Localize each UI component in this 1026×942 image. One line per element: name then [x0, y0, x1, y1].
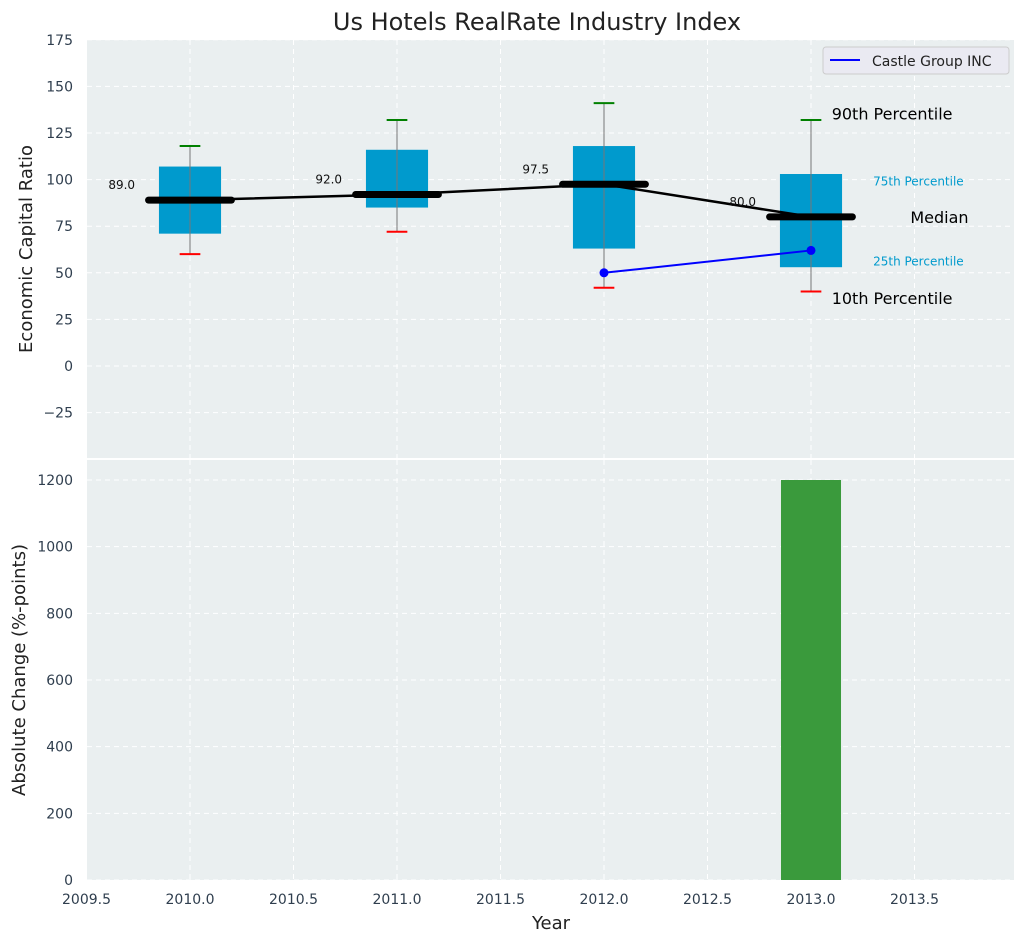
x-tick-label: 2010.0 [166, 892, 215, 908]
bottom-y-axis-label: Absolute Change (%-points) [9, 544, 30, 796]
bottom-y-tick-label: 400 [46, 740, 73, 756]
top-y-tick-label: 175 [46, 33, 73, 49]
top-y-tick-label: 25 [55, 312, 73, 328]
median-label: 92.0 [315, 173, 342, 187]
x-tick-label: 2009.5 [62, 892, 111, 908]
annotation-75th: 75th Percentile [873, 174, 964, 188]
x-tick-label: 2012.0 [580, 892, 629, 908]
bottom-y-tick-label: 200 [46, 806, 73, 822]
x-tick-label: 2013.0 [787, 892, 836, 908]
castle-group-point [599, 268, 609, 278]
top-y-tick-label: 150 [46, 79, 73, 95]
top-y-axis-label: Economic Capital Ratio [16, 145, 37, 353]
median-label: 89.0 [108, 178, 135, 192]
top-y-tick-label: 125 [46, 126, 73, 142]
bottom-y-tick-label: 800 [46, 606, 73, 622]
castle-group-point [806, 245, 816, 255]
top-axes-background [87, 40, 1014, 458]
legend-label-castle: Castle Group INC [872, 54, 992, 70]
annotation-10th: 10th Percentile [832, 289, 953, 308]
x-tick-label: 2010.5 [269, 892, 318, 908]
x-tick-label: 2013.5 [890, 892, 939, 908]
legend: Castle Group INC [822, 46, 1010, 75]
bottom-axes-background [87, 460, 1014, 880]
chart-title: Us Hotels RealRate Industry Index [333, 8, 741, 36]
bottom-y-tick-label: 1200 [37, 473, 73, 489]
annotation-90th: 90th Percentile [832, 104, 953, 123]
top-y-tick-label: 0 [64, 359, 73, 375]
x-axis-label: Year [531, 913, 571, 934]
chart: Us Hotels RealRate Industry Index 2009.5… [9, 8, 1014, 934]
annotation-25th: 25th Percentile [873, 255, 964, 269]
top-y-tick-label: −25 [43, 406, 73, 422]
bottom-y-tick-label: 600 [46, 673, 73, 689]
x-tick-label: 2011.5 [476, 892, 525, 908]
median-label: 80.0 [729, 195, 756, 209]
bottom-y-tick-label: 0 [64, 873, 73, 889]
median-label: 97.5 [522, 162, 549, 176]
top-y-tick-label: 50 [55, 266, 73, 282]
top-y-tick-label: 100 [46, 173, 73, 189]
change-bar [780, 480, 842, 880]
x-tick-label: 2011.0 [373, 892, 422, 908]
x-tick-label: 2012.5 [683, 892, 732, 908]
top-y-tick-label: 75 [55, 219, 73, 235]
annotation-median: Median [910, 208, 968, 227]
bottom-y-tick-label: 1000 [37, 540, 73, 556]
